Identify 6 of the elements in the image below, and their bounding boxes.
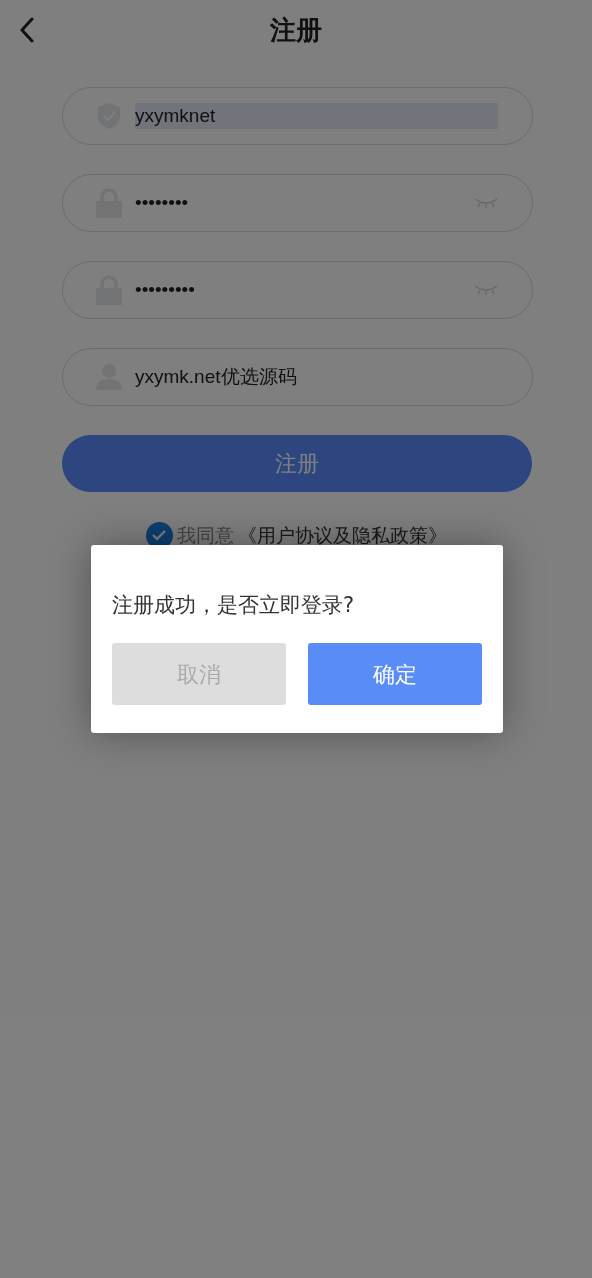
page-title: 注册 (270, 13, 322, 47)
confirm-button[interactable]: 确定 (308, 643, 482, 705)
back-icon (19, 17, 35, 43)
register-button[interactable]: 注册 (62, 435, 532, 492)
check-icon (151, 529, 167, 542)
dialog-message: 注册成功，是否立即登录? (112, 592, 356, 619)
